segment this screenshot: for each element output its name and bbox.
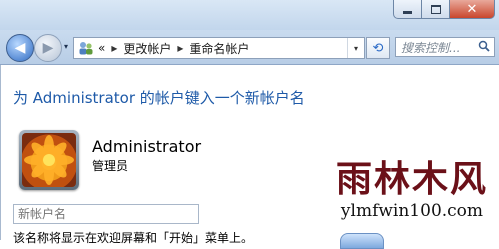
close-icon: ✕ [466,1,478,17]
crumb-separator-icon[interactable]: ▸ [177,41,183,55]
maximize-icon [430,4,441,14]
search-icon[interactable] [478,40,490,56]
address-bar[interactable]: « ▸ 更改帐户 ▸ 重命名帐户 ▾ [73,37,365,59]
page-title: 为 Administrator 的帐户键入一个新帐户名 [13,89,305,107]
minimize-icon [403,10,412,14]
user-avatar [19,130,79,190]
close-button[interactable]: ✕ [450,0,495,19]
navigation-bar: ◀ ▶ ▾ « ▸ 更改帐户 ▸ 重命名帐户 ▾ ⟲ 搜索控制... [0,30,499,65]
breadcrumb-rename-account[interactable]: 重命名帐户 [189,40,249,57]
forward-button[interactable]: ▶ [34,34,62,62]
back-button[interactable]: ◀ [6,34,34,62]
watermark-chinese: 雨林木风 [335,158,488,200]
refresh-button[interactable]: ⟲ [366,37,390,59]
title-bar: ✕ [0,0,499,30]
arrow-right-icon: ▶ [42,40,54,56]
address-dropdown-icon[interactable]: ▾ [347,38,364,58]
refresh-icon: ⟲ [372,40,384,56]
new-account-name-input[interactable] [13,204,199,224]
main-panel: 为 Administrator 的帐户键入一个新帐户名 Administrato… [0,65,499,245]
site-watermark: 雨林木风 ylmfwin100.com [336,161,488,221]
search-box[interactable]: 搜索控制... [395,37,495,57]
watermark-url: ylmfwin100.com [340,201,484,221]
partial-button[interactable] [340,233,384,249]
history-dropdown-icon[interactable]: ▾ [64,42,68,51]
breadcrumb-overflow[interactable]: « [98,41,105,55]
window-controls: ✕ [393,0,495,20]
account-name: Administrator [92,137,202,156]
arrow-left-icon: ◀ [14,40,26,56]
breadcrumb-change-account[interactable]: 更改帐户 [123,40,171,57]
account-role: 管理员 [92,159,129,173]
search-placeholder: 搜索控制... [401,40,461,55]
control-panel-users-icon [78,40,94,56]
name-hint-text: 该名称将显示在欢迎屏幕和「开始」菜单上。 [13,231,254,245]
crumb-separator-icon[interactable]: ▸ [111,41,117,55]
maximize-button[interactable] [422,0,450,19]
minimize-button[interactable] [393,0,422,19]
orange-flower-icon [22,133,76,187]
